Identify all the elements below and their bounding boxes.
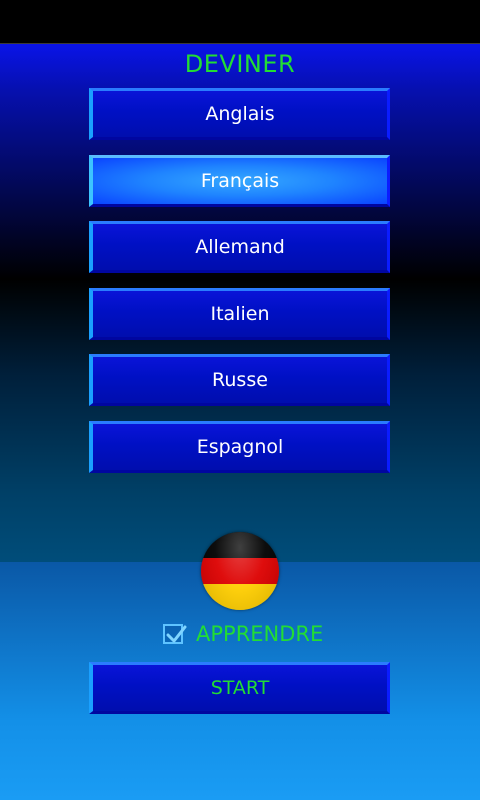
flag-gloss	[201, 532, 279, 610]
checkmark-icon	[166, 625, 187, 643]
language-button-francais[interactable]: Français	[89, 155, 390, 207]
language-button-anglais[interactable]: Anglais	[89, 88, 390, 140]
germany-flag-icon	[201, 532, 279, 610]
learn-checkbox[interactable]	[163, 624, 187, 644]
start-button[interactable]: START	[89, 662, 390, 714]
learn-label: APPRENDRE	[196, 622, 324, 646]
language-button-italien[interactable]: Italien	[89, 288, 390, 340]
language-button-espagnol[interactable]: Espagnol	[89, 421, 390, 473]
status-bar	[0, 0, 480, 44]
learn-toggle[interactable]: APPRENDRE	[163, 621, 323, 647]
page-title: DEVINER	[184, 50, 296, 78]
language-button-russe[interactable]: Russe	[89, 354, 390, 406]
language-button-allemand[interactable]: Allemand	[89, 221, 390, 273]
